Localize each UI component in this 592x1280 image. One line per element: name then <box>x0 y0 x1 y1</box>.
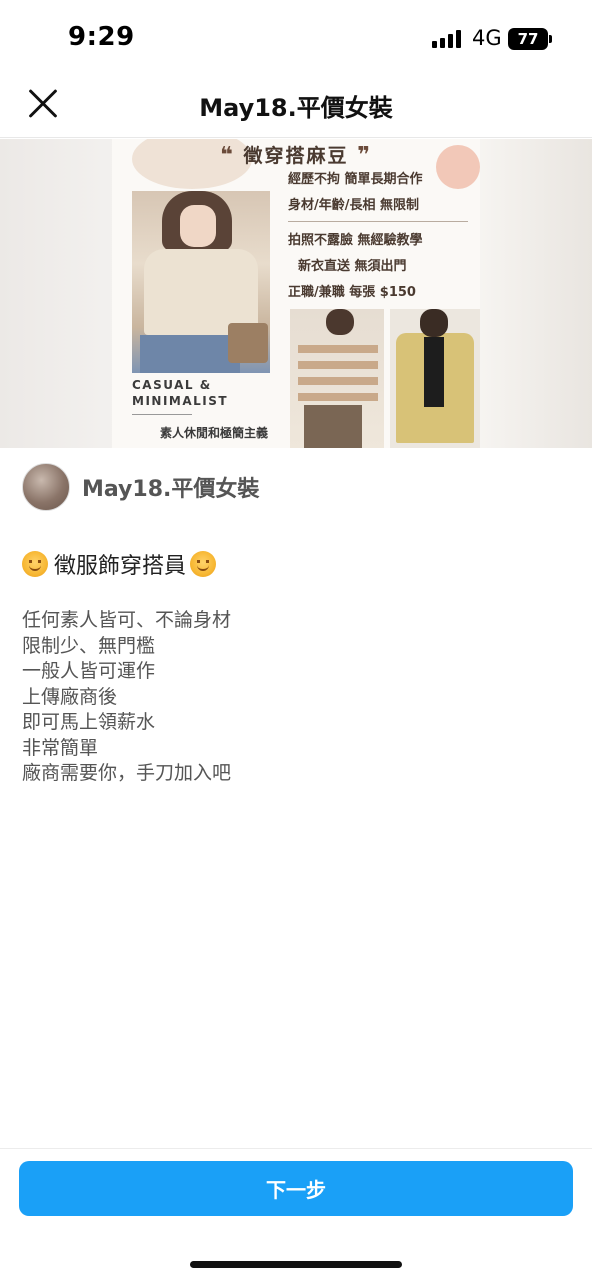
profile-row[interactable]: May18.平價女裝 <box>22 462 259 512</box>
post-line: 即可馬上領薪水 <box>22 711 156 733</box>
status-bar: 9:29 4G 77 <box>0 0 592 80</box>
sun-emoji-icon <box>190 551 217 577</box>
page-title: May18.平價女裝 <box>199 94 393 122</box>
post-line: 任何素人皆可、不論身材 <box>22 609 232 631</box>
casual-subtitle: 素人休閒和極簡主義 <box>160 426 269 440</box>
poster-line: 身材/年齡/長相 無限制 <box>288 198 420 213</box>
quote-open-icon: ❝ <box>219 143 235 168</box>
divider <box>132 414 192 415</box>
casual-line-2: MINIMALIST <box>132 394 229 408</box>
post-line: 限制少、無門檻 <box>22 634 156 657</box>
top-header: May18.平價女裝 <box>0 80 592 138</box>
post-title: 徵服飾穿搭員 <box>22 548 217 580</box>
model-photo-striped <box>290 309 384 448</box>
battery-level: 77 <box>517 30 539 48</box>
battery-icon: 77 <box>508 28 548 50</box>
poster-line: 拍照不露臉 無經驗教學 <box>288 233 423 248</box>
casual-label: CASUAL & MINIMALIST <box>132 377 228 409</box>
footer-divider <box>0 1148 592 1149</box>
network-type: 4G <box>472 26 502 50</box>
divider <box>288 221 468 222</box>
poster-text-block: 經歷不拘 簡單長期合作 身材/年齡/長相 無限制 拍照不露臉 無經驗教學 新衣直… <box>288 167 480 306</box>
poster-line: 正職/兼職 每張 $150 <box>288 285 416 300</box>
casual-line-1: CASUAL & <box>132 378 212 392</box>
post-line: 廠商需要你，手刀加入吧 <box>22 762 232 784</box>
model-photo-main <box>132 191 270 373</box>
signal-icon <box>432 30 461 48</box>
status-time: 9:29 <box>68 22 135 52</box>
battery-tip <box>549 35 552 43</box>
profile-name[interactable]: May18.平價女裝 <box>82 471 259 503</box>
poster-headline: ❝ 徵穿搭麻豆 ❞ <box>112 141 480 168</box>
post-line: 一般人皆可運作 <box>22 660 156 682</box>
post-body: 任何素人皆可、不論身材 限制少、無門檻 一般人皆可運作 上傳廠商後 即可馬上領薪… <box>22 608 562 787</box>
avatar[interactable] <box>22 463 70 511</box>
next-button[interactable]: 下一步 <box>19 1161 573 1216</box>
quote-close-icon: ❞ <box>357 143 373 168</box>
post-title-text: 徵服飾穿搭員 <box>54 554 187 579</box>
sun-emoji-icon <box>22 551 48 577</box>
home-indicator[interactable] <box>190 1261 402 1268</box>
recruitment-poster: ❝ 徵穿搭麻豆 ❞ CASUAL & MINIMALIST 素人休閒和極簡主義 … <box>112 139 480 448</box>
model-photo-coat <box>390 309 480 448</box>
poster-headline-text: 徵穿搭麻豆 <box>243 145 349 167</box>
poster-line: 新衣直送 無須出門 <box>298 259 407 274</box>
post-line: 非常簡單 <box>22 736 99 759</box>
post-line: 上傳廠商後 <box>22 685 118 708</box>
cover-image: ❝ 徵穿搭麻豆 ❞ CASUAL & MINIMALIST 素人休閒和極簡主義 … <box>0 139 592 448</box>
poster-line: 經歷不拘 簡單長期合作 <box>288 172 423 187</box>
